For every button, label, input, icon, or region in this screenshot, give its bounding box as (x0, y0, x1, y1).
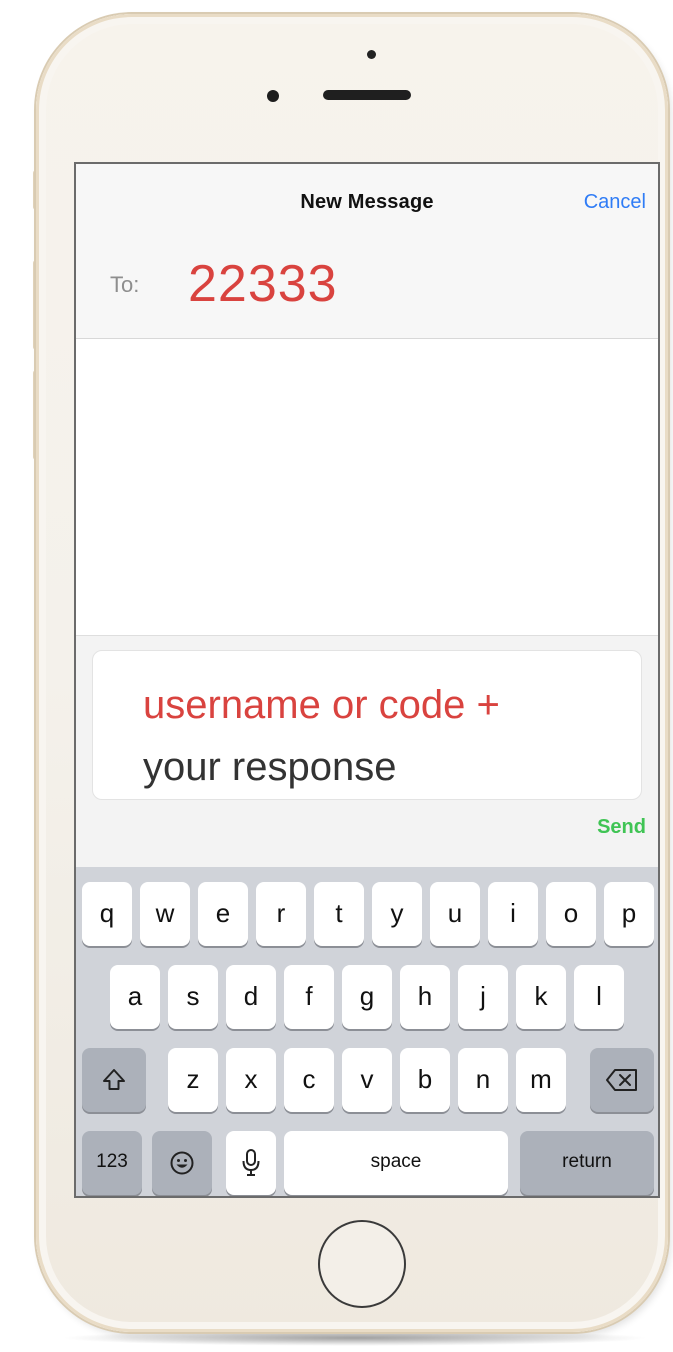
key-q[interactable]: q (82, 882, 132, 946)
key-o[interactable]: o (546, 882, 596, 946)
key-v[interactable]: v (342, 1048, 392, 1112)
microphone-icon (242, 1149, 260, 1176)
numbers-key[interactable]: 123 (82, 1131, 142, 1195)
conversation-area (76, 339, 658, 635)
page-title: New Message (300, 191, 434, 213)
phone-shadow (60, 1330, 650, 1346)
cancel-button[interactable]: Cancel (584, 164, 646, 236)
space-key[interactable]: space (284, 1131, 508, 1195)
delete-icon (606, 1069, 637, 1091)
key-i[interactable]: i (488, 882, 538, 946)
navigation-bar: New Message Cancel (76, 164, 658, 237)
key-h[interactable]: h (400, 965, 450, 1029)
key-s[interactable]: s (168, 965, 218, 1029)
compose-bar: username or code + your response Send (76, 635, 658, 868)
key-c[interactable]: c (284, 1048, 334, 1112)
recipient-field[interactable]: 22333 (188, 254, 338, 314)
recipient-row[interactable]: To: 22333 (76, 236, 658, 339)
key-e[interactable]: e (198, 882, 248, 946)
emoji-key[interactable] (152, 1131, 212, 1195)
key-r[interactable]: r (256, 882, 306, 946)
home-button[interactable] (318, 1220, 406, 1308)
message-text-line-1: username or code + (143, 683, 500, 727)
key-w[interactable]: w (140, 882, 190, 946)
message-input[interactable]: username or code + your response (92, 650, 642, 800)
key-y[interactable]: y (372, 882, 422, 946)
recipient-label: To: (110, 272, 140, 297)
key-u[interactable]: u (430, 882, 480, 946)
key-g[interactable]: g (342, 965, 392, 1029)
key-l[interactable]: l (574, 965, 624, 1029)
proximity-sensor (367, 50, 376, 59)
key-j[interactable]: j (458, 965, 508, 1029)
key-k[interactable]: k (516, 965, 566, 1029)
earpiece-speaker (323, 90, 411, 100)
dictation-key[interactable] (226, 1131, 276, 1195)
key-t[interactable]: t (314, 882, 364, 946)
key-p[interactable]: p (604, 882, 654, 946)
shift-icon (103, 1069, 125, 1090)
key-d[interactable]: d (226, 965, 276, 1029)
keyboard: q w e r t y u i o p a s d f g h j k l z … (76, 867, 658, 1196)
emoji-icon (170, 1151, 194, 1175)
return-key[interactable]: return (520, 1131, 654, 1195)
message-text-line-2: your response (143, 745, 397, 789)
delete-key[interactable] (590, 1048, 654, 1112)
key-m[interactable]: m (516, 1048, 566, 1112)
front-camera-icon (267, 90, 279, 102)
send-button[interactable]: Send (597, 816, 646, 839)
key-b[interactable]: b (400, 1048, 450, 1112)
key-a[interactable]: a (110, 965, 160, 1029)
phone-screen: New Message Cancel To: 22333 username or… (74, 162, 660, 1198)
shift-key[interactable] (82, 1048, 146, 1112)
key-n[interactable]: n (458, 1048, 508, 1112)
key-x[interactable]: x (226, 1048, 276, 1112)
key-f[interactable]: f (284, 965, 334, 1029)
key-z[interactable]: z (168, 1048, 218, 1112)
